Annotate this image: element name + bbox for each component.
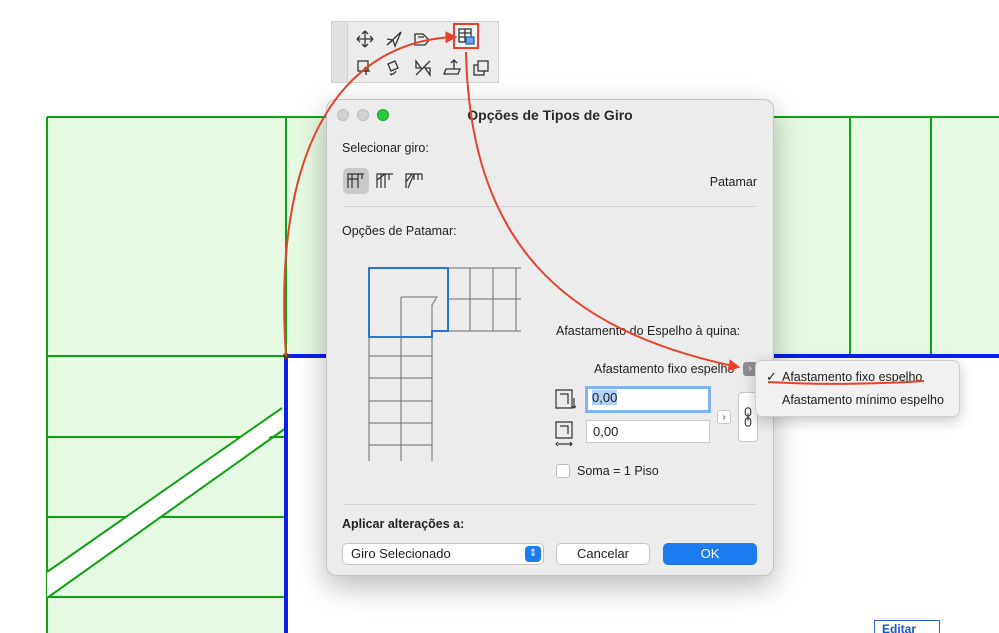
toolbar-grip[interactable] bbox=[332, 22, 348, 82]
offset-icon[interactable] bbox=[352, 55, 378, 81]
rotate-icon[interactable] bbox=[381, 55, 407, 81]
offset-mode-value: Afastamento fixo espelho bbox=[594, 362, 735, 376]
menu-item-fixed-offset[interactable]: ✓ Afastamento fixo espelho bbox=[756, 367, 959, 387]
edit-tag[interactable]: Editar bbox=[874, 620, 940, 633]
riser-offset-min-field[interactable]: 0,00 bbox=[586, 420, 710, 443]
cancel-button[interactable]: Cancelar bbox=[556, 543, 650, 565]
corner-node bbox=[283, 353, 289, 359]
riser-offset-field[interactable]: 0,00 bbox=[585, 386, 711, 413]
ok-button[interactable]: OK bbox=[663, 543, 757, 565]
chevron-updown-icon: ⇕ bbox=[525, 546, 541, 562]
spiral-winder-type-icon[interactable] bbox=[401, 168, 427, 194]
landing-type-icon[interactable] bbox=[343, 168, 369, 194]
sum-one-story-label: Soma = 1 Piso bbox=[577, 464, 659, 478]
riser-offset-icon bbox=[554, 386, 584, 414]
riser-offset-label: Afastamento do Espelho à quina: bbox=[556, 324, 741, 338]
winder-type-icon[interactable] bbox=[372, 168, 398, 194]
offset-mode-menu: ✓ Afastamento fixo espelho Afastamento m… bbox=[755, 360, 960, 417]
offset-next-button[interactable]: › bbox=[717, 410, 731, 424]
separator bbox=[343, 206, 757, 207]
apply-scope-select[interactable]: Giro Selecionado ⇕ bbox=[342, 543, 544, 565]
drag-icon[interactable] bbox=[381, 26, 407, 52]
mirror-icon[interactable] bbox=[410, 55, 436, 81]
separator bbox=[343, 504, 757, 505]
turning-types-dialog: Opções de Tipos de Giro Selecionar giro:… bbox=[326, 99, 774, 576]
landing-preview bbox=[368, 267, 521, 461]
riser-offset-min-icon bbox=[554, 418, 584, 447]
select-turning-label: Selecionar giro: bbox=[342, 141, 429, 155]
sum-one-story-checkbox[interactable] bbox=[556, 464, 570, 478]
checkmark-icon: ✓ bbox=[766, 369, 777, 384]
menu-item-minimum-offset[interactable]: Afastamento mínimo espelho bbox=[756, 390, 959, 410]
move-icon[interactable] bbox=[352, 26, 378, 52]
toolbar-palette bbox=[331, 21, 499, 83]
apply-changes-label: Aplicar alterações a: bbox=[342, 517, 465, 531]
duplicate-icon[interactable] bbox=[468, 55, 494, 81]
dialog-titlebar[interactable]: Opções de Tipos de Giro bbox=[327, 100, 773, 130]
dialog-title: Opções de Tipos de Giro bbox=[467, 107, 633, 123]
landing-options-label: Opções de Patamar: bbox=[342, 224, 457, 238]
turning-type-icon[interactable] bbox=[453, 23, 479, 49]
selected-type-name: Patamar bbox=[709, 175, 757, 189]
elevate-icon[interactable] bbox=[439, 55, 465, 81]
slab-edit-icon[interactable] bbox=[410, 26, 436, 52]
